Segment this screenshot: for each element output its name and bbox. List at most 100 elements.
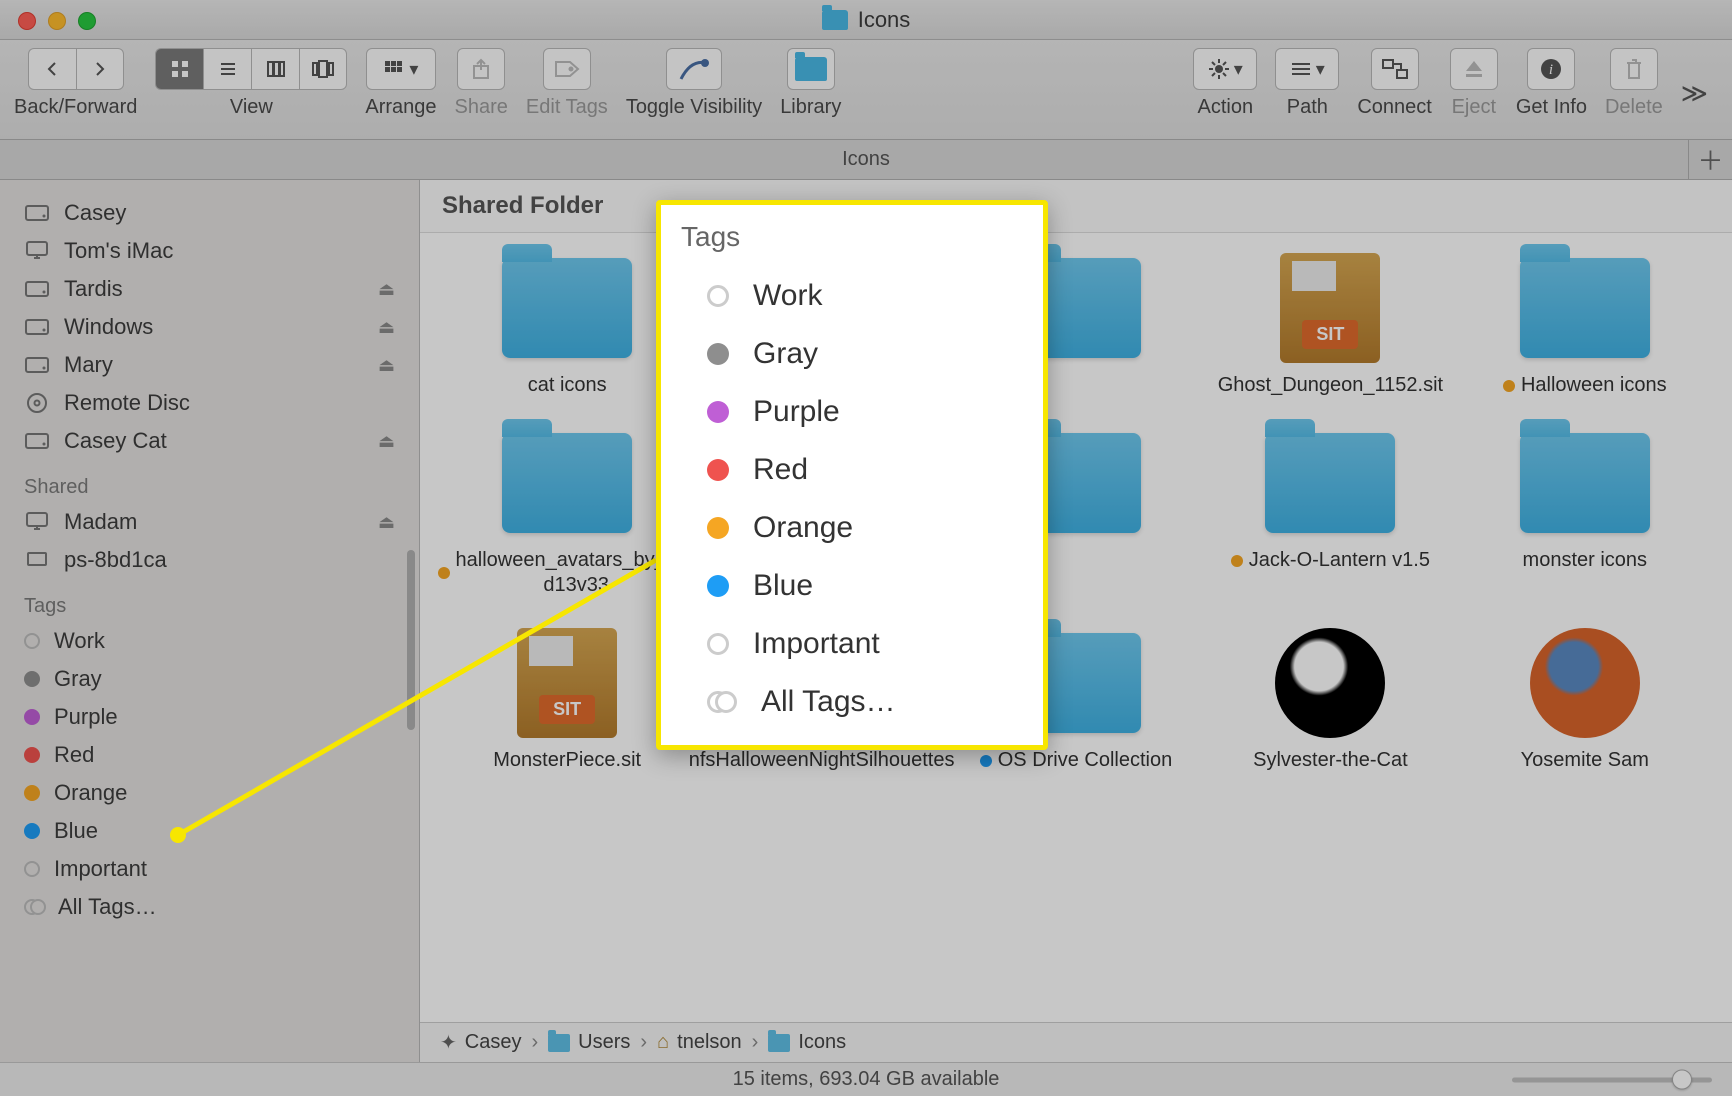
file-item[interactable]: halloween_avatars_by_d…d13v33 xyxy=(450,428,684,598)
folder-icon xyxy=(822,10,848,30)
sidebar-tag-item[interactable]: Purple xyxy=(0,698,419,736)
popover-tag-label: Important xyxy=(753,627,880,661)
sidebar-tag-label: Orange xyxy=(54,780,127,806)
imac-icon xyxy=(24,238,50,264)
imac-icon xyxy=(24,509,50,535)
all-tags-icon xyxy=(707,691,737,713)
column-view-button[interactable] xyxy=(251,48,299,90)
library-button[interactable] xyxy=(787,48,835,90)
path-segment[interactable]: Icons xyxy=(768,1031,846,1054)
sidebar-tag-item[interactable]: Red xyxy=(0,736,419,774)
tab-title[interactable]: Icons xyxy=(842,148,890,171)
new-tab-button[interactable]: ＋ xyxy=(1688,140,1732,179)
popover-tag-item[interactable]: Gray xyxy=(681,325,1023,383)
hdd-icon xyxy=(24,428,50,454)
eject-icon[interactable]: ⏏ xyxy=(378,317,395,338)
sidebar-device-item[interactable]: Remote Disc xyxy=(0,384,419,422)
file-item[interactable]: Yosemite Sam xyxy=(1468,628,1702,773)
eject-icon[interactable]: ⏏ xyxy=(378,355,395,376)
sidebar-item-label: Tardis xyxy=(64,276,123,302)
library-label: Library xyxy=(780,96,841,119)
connect-label: Connect xyxy=(1357,96,1432,119)
back-button[interactable] xyxy=(28,48,76,90)
window-title: Icons xyxy=(858,7,911,33)
eject-label: Eject xyxy=(1452,96,1496,119)
popover-tag-label: Gray xyxy=(753,337,818,371)
path-segment[interactable]: Users xyxy=(548,1031,630,1054)
popover-tag-item[interactable]: Red xyxy=(681,441,1023,499)
folder-icon xyxy=(768,1034,790,1052)
popover-tag-item[interactable]: Purple xyxy=(681,383,1023,441)
sidebar-tag-item[interactable]: Work xyxy=(0,622,419,660)
share-label: Share xyxy=(455,96,508,119)
sidebar-shared-item[interactable]: Madam⏏ xyxy=(0,503,419,541)
share-button[interactable] xyxy=(457,48,505,90)
minimize-window-button[interactable] xyxy=(48,12,66,30)
folder-icon xyxy=(795,57,827,81)
sidebar-item-label: Tom's iMac xyxy=(64,238,173,264)
tag-dot-icon xyxy=(707,633,729,655)
tag-dot-icon xyxy=(707,459,729,481)
file-item[interactable]: monster icons xyxy=(1468,428,1702,598)
get-info-button[interactable]: i xyxy=(1527,48,1575,90)
toggle-visibility-button[interactable] xyxy=(666,48,722,90)
file-item-label: Yosemite Sam xyxy=(1521,748,1649,773)
popover-tag-item[interactable]: Work xyxy=(681,267,1023,325)
icon-view-button[interactable] xyxy=(155,48,203,90)
slider-thumb[interactable] xyxy=(1672,1069,1692,1089)
sidebar-shared-item[interactable]: ps-8bd1ca xyxy=(0,541,419,579)
sidebar-device-item[interactable]: Mary⏏ xyxy=(0,346,419,384)
popover-tag-label: Purple xyxy=(753,395,840,429)
toolbar-overflow-button[interactable]: ≫ xyxy=(1681,78,1718,109)
sidebar-tag-item[interactable]: Blue xyxy=(0,812,419,850)
connect-button[interactable] xyxy=(1371,48,1419,90)
file-item[interactable]: Halloween icons xyxy=(1468,253,1702,398)
sidebar-tag-item[interactable]: Important xyxy=(0,850,419,888)
all-tags-icon xyxy=(24,899,44,915)
popover-tag-item[interactable]: Blue xyxy=(681,557,1023,615)
popover-tag-item[interactable]: Orange xyxy=(681,499,1023,557)
sidebar-device-item[interactable]: Casey xyxy=(0,194,419,232)
sidebar: CaseyTom's iMacTardis⏏Windows⏏Mary⏏Remot… xyxy=(0,180,420,1062)
list-view-button[interactable] xyxy=(203,48,251,90)
path-button[interactable]: ▾ xyxy=(1275,48,1339,90)
edit-tags-label: Edit Tags xyxy=(526,96,608,119)
eject-icon[interactable]: ⏏ xyxy=(378,512,395,533)
coverflow-view-button[interactable] xyxy=(299,48,347,90)
sidebar-device-item[interactable]: Casey Cat⏏ xyxy=(0,422,419,460)
zoom-window-button[interactable] xyxy=(78,12,96,30)
sidebar-scrollbar[interactable] xyxy=(407,550,415,730)
content-header: Shared Folder xyxy=(420,180,1732,233)
tag-dot-icon xyxy=(1503,380,1515,392)
popover-tag-item[interactable]: All Tags… xyxy=(681,673,1023,731)
action-button[interactable]: ▾ xyxy=(1193,48,1257,90)
edit-tags-button[interactable] xyxy=(543,48,591,90)
hdd-icon xyxy=(24,276,50,302)
sidebar-tag-item[interactable]: Gray xyxy=(0,660,419,698)
arrange-button[interactable]: ▾ xyxy=(366,48,436,90)
delete-button[interactable] xyxy=(1610,48,1658,90)
path-segment[interactable]: ✦Casey xyxy=(440,1030,521,1055)
file-item[interactable]: SITMonsterPiece.sit xyxy=(450,628,684,773)
tag-dot-icon xyxy=(1231,555,1243,567)
sidebar-device-item[interactable]: Tom's iMac xyxy=(0,232,419,270)
sidebar-tag-item[interactable]: Orange xyxy=(0,774,419,812)
eject-icon[interactable]: ⏏ xyxy=(378,431,395,452)
sidebar-device-item[interactable]: Windows⏏ xyxy=(0,308,419,346)
path-segment-label: Users xyxy=(578,1031,630,1054)
icon-size-slider[interactable] xyxy=(1512,1077,1712,1082)
file-item[interactable]: Sylvester-the-Cat xyxy=(1213,628,1447,773)
sidebar-device-item[interactable]: Tardis ⏏ xyxy=(0,270,419,308)
eject-icon[interactable]: ⏏ xyxy=(378,279,395,300)
forward-button[interactable] xyxy=(76,48,124,90)
file-item[interactable]: cat icons xyxy=(450,253,684,398)
file-item[interactable]: Jack-O-Lantern v1.5 xyxy=(1213,428,1447,598)
popover-tag-item[interactable]: Important xyxy=(681,615,1023,673)
file-item-label: cat icons xyxy=(528,373,607,398)
close-window-button[interactable] xyxy=(18,12,36,30)
file-item[interactable]: SITGhost_Dungeon_1152.sit xyxy=(1213,253,1447,398)
path-segment[interactable]: ⌂tnelson xyxy=(657,1031,742,1054)
sidebar-tag-item[interactable]: All Tags… xyxy=(0,888,419,926)
eject-button[interactable] xyxy=(1450,48,1498,90)
character-icon xyxy=(1275,628,1385,738)
